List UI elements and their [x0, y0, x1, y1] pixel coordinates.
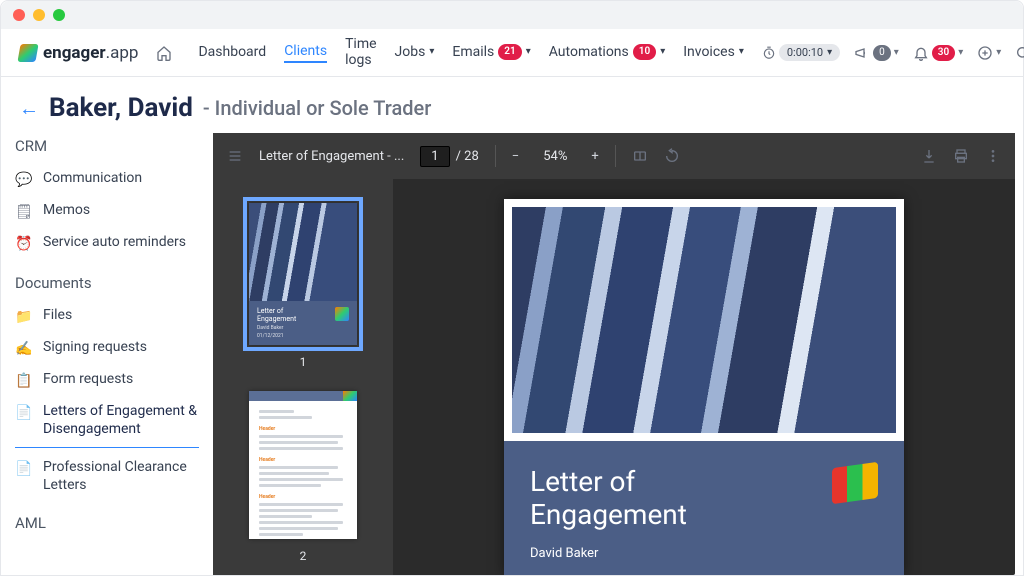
sidebar-item-forms[interactable]: 📋Form requests — [15, 364, 199, 396]
hamburger-icon — [227, 148, 243, 164]
notifications-button[interactable]: 30▾ — [913, 45, 963, 61]
thumbnail-label-2: 2 — [300, 549, 307, 563]
zoom-level[interactable]: 54% — [535, 147, 575, 166]
clock-icon — [762, 46, 776, 60]
page-current[interactable]: 1 — [420, 146, 449, 167]
thumbnail-page-1[interactable]: Letter of EngagementDavid Baker 01/12/20… — [249, 203, 357, 345]
download-button[interactable] — [921, 148, 937, 164]
logo-mark-icon — [17, 44, 38, 62]
nav-clients[interactable]: Clients — [284, 43, 327, 63]
window-titlebar — [1, 1, 1023, 29]
chevron-down-icon: ▾ — [526, 46, 531, 57]
print-icon — [953, 148, 969, 164]
top-bar: engager.app Dashboard Clients Time logs … — [1, 29, 1023, 77]
chevron-down-icon: ▾ — [739, 46, 744, 57]
top-right-tools: 0:00:10▾ 0▾ 30▾ ▾ — [762, 44, 1024, 61]
sidebar-section-documents: Documents — [15, 274, 199, 292]
megaphone-icon — [854, 45, 870, 61]
home-button[interactable] — [156, 45, 172, 61]
pdf-viewer: Letter of Engagement - ... 1 / 28 − 54% … — [213, 133, 1015, 575]
minimize-traffic-light[interactable] — [33, 9, 45, 21]
download-icon — [921, 148, 937, 164]
sidebar-item-pcl[interactable]: 📄Professional Clearance Letters — [15, 452, 199, 500]
chevron-down-icon: ▾ — [429, 46, 434, 57]
sidebar-item-reminders[interactable]: ⏰Service auto reminders — [15, 227, 199, 259]
logo-word-1: engager — [43, 43, 106, 63]
signature-icon: ✍ — [15, 340, 33, 358]
document-page-1: Letter of Engagement David Baker — [504, 199, 904, 575]
note-icon: 🗒 — [15, 203, 33, 221]
plus-circle-icon — [977, 45, 993, 61]
emails-badge: 21 — [498, 44, 521, 60]
announcements-badge: 0 — [873, 45, 891, 61]
back-button[interactable]: ← — [19, 96, 39, 121]
viewer-title: Letter of Engagement - ... — [259, 149, 404, 164]
top-nav: Dashboard Clients Time logs Jobs▾ Emails… — [198, 36, 743, 70]
nav-automations[interactable]: Automations10▾ — [549, 44, 666, 62]
search-icon — [1015, 45, 1024, 61]
page-header: ← Baker, David - Individual or Sole Trad… — [1, 77, 1023, 133]
app-logo[interactable]: engager.app — [19, 43, 138, 63]
nav-emails[interactable]: Emails21▾ — [452, 44, 530, 62]
page-total: / 28 — [456, 149, 479, 164]
zoom-traffic-light[interactable] — [53, 9, 65, 21]
search-button[interactable] — [1015, 45, 1024, 61]
logo-word-2: .app — [106, 43, 139, 63]
alarm-icon: ⏰ — [15, 235, 33, 253]
viewer-toolbar: Letter of Engagement - ... 1 / 28 − 54% … — [213, 133, 1015, 179]
chat-icon: 💬 — [15, 171, 33, 189]
chevron-down-icon: ▾ — [660, 46, 665, 57]
folder-icon: 📁 — [15, 308, 33, 326]
sidebar-item-loe[interactable]: 📄Letters of Engagement & Disengagement — [15, 396, 199, 447]
sidebar-section-crm: CRM — [15, 137, 199, 155]
fit-page-button[interactable] — [632, 148, 648, 164]
bell-icon — [913, 45, 929, 61]
print-button[interactable] — [953, 148, 969, 164]
viewer-menu-button[interactable] — [227, 148, 243, 164]
sidebar-item-signing[interactable]: ✍Signing requests — [15, 332, 199, 364]
close-traffic-light[interactable] — [13, 9, 25, 21]
practice-logo-icon — [832, 462, 878, 504]
nav-invoices[interactable]: Invoices▾ — [683, 44, 744, 62]
sidebar-section-aml: AML — [15, 514, 199, 532]
automations-badge: 10 — [633, 44, 656, 60]
document-icon: 📄 — [15, 460, 33, 478]
timer-widget[interactable]: 0:00:10▾ — [762, 44, 840, 61]
clipboard-icon: 📋 — [15, 372, 33, 390]
add-button[interactable]: ▾ — [977, 45, 1001, 61]
sidebar: CRM 💬Communication 🗒Memos ⏰Service auto … — [1, 133, 213, 575]
thumbnail-label-1: 1 — [300, 355, 307, 369]
rotate-button[interactable] — [664, 148, 680, 164]
timer-value: 0:00:10 — [787, 46, 823, 59]
cover-image — [512, 207, 896, 433]
client-name: Baker, David — [49, 93, 193, 123]
thumbnail-panel: Letter of EngagementDavid Baker 01/12/20… — [213, 179, 393, 575]
nav-timelogs[interactable]: Time logs — [345, 36, 376, 70]
more-button[interactable] — [985, 148, 1001, 164]
thumbnail-page-2[interactable]: Header Header Header — [249, 391, 357, 539]
fit-icon — [632, 148, 648, 164]
announcements-button[interactable]: 0▾ — [854, 45, 899, 61]
document-icon: 📄 — [15, 404, 33, 422]
client-type: - Individual or Sole Trader — [203, 96, 431, 120]
sidebar-item-communication[interactable]: 💬Communication — [15, 163, 199, 195]
notifications-badge: 30 — [932, 45, 955, 61]
zoom-in-button[interactable]: + — [591, 149, 598, 164]
home-icon — [156, 45, 172, 61]
document-canvas[interactable]: Letter of Engagement David Baker — [393, 179, 1015, 575]
zoom-out-button[interactable]: − — [512, 149, 519, 164]
nav-jobs[interactable]: Jobs▾ — [395, 44, 435, 62]
sidebar-item-memos[interactable]: 🗒Memos — [15, 195, 199, 227]
sidebar-item-files[interactable]: 📁Files — [15, 300, 199, 332]
logo-icon — [335, 307, 349, 321]
kebab-icon — [985, 148, 1001, 164]
rotate-icon — [664, 148, 680, 164]
doc-title: Letter of Engagement — [530, 465, 687, 532]
nav-dashboard[interactable]: Dashboard — [198, 44, 266, 62]
doc-client-name: David Baker — [530, 546, 687, 561]
